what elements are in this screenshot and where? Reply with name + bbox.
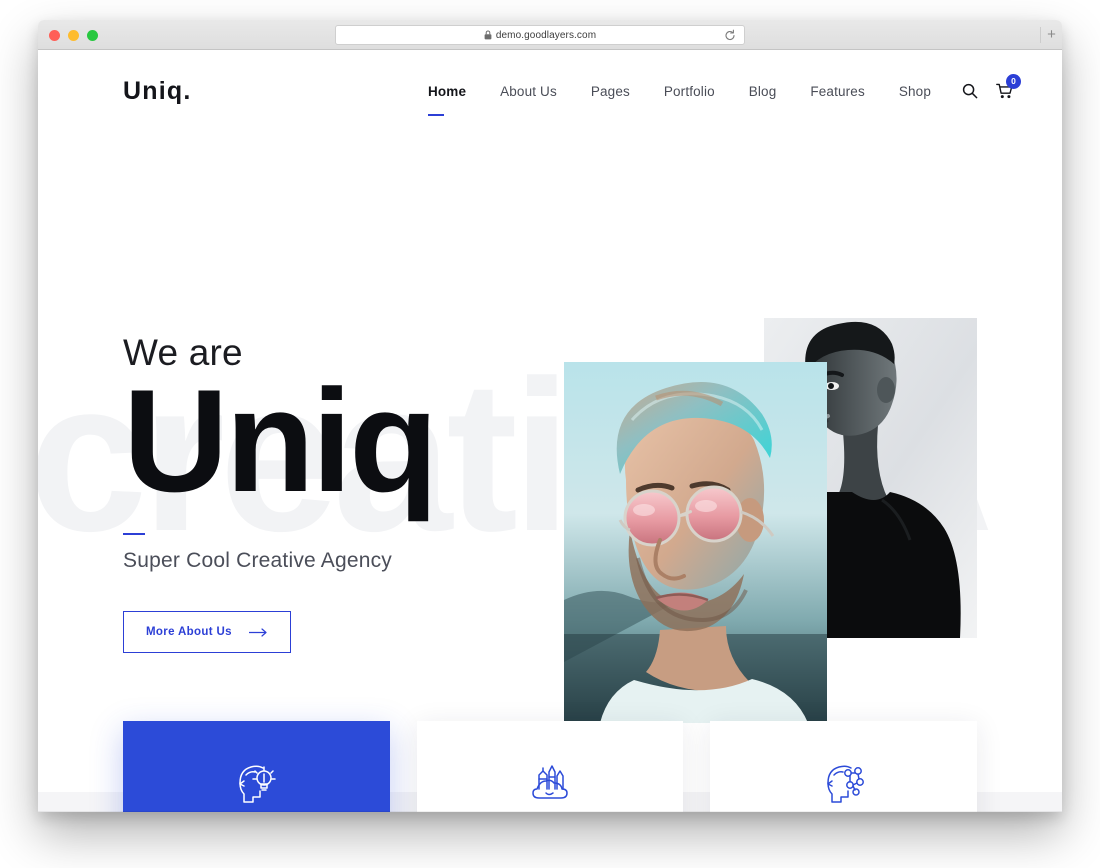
site-logo[interactable]: Uniq. bbox=[123, 77, 192, 106]
search-icon bbox=[962, 83, 978, 99]
nav-item-pages[interactable]: Pages bbox=[574, 84, 647, 99]
new-tab-button[interactable]: + bbox=[1040, 27, 1056, 43]
service-card-branding-strategy[interactable]: Branding Strategy bbox=[123, 721, 390, 812]
site-header: Uniq. Home About Us Pages Portfolio Blog… bbox=[38, 50, 1062, 132]
head-lightbulb-icon bbox=[232, 757, 280, 809]
close-window-button[interactable] bbox=[49, 30, 60, 41]
cart-button[interactable]: 0 bbox=[996, 73, 1021, 100]
nav-item-blog[interactable]: Blog bbox=[732, 84, 794, 99]
nav-item-about-us[interactable]: About Us bbox=[483, 84, 574, 99]
more-about-us-label: More About Us bbox=[146, 626, 232, 639]
minimize-window-button[interactable] bbox=[68, 30, 79, 41]
arrow-right-icon bbox=[248, 628, 267, 637]
nav-item-home[interactable]: Home bbox=[411, 84, 483, 116]
head-network-icon bbox=[820, 757, 868, 809]
hero-title: Uniq bbox=[123, 359, 438, 522]
nav-item-shop[interactable]: Shop bbox=[882, 84, 948, 99]
page-bottom-edge bbox=[38, 811, 1062, 812]
browser-chrome: demo.goodlayers.com + bbox=[38, 20, 1062, 50]
services-cards-row: Branding Strategy bbox=[123, 721, 978, 812]
main-navigation: Home About Us Pages Portfolio Blog Featu… bbox=[411, 73, 1021, 116]
hero-divider-dash bbox=[123, 532, 145, 536]
maximize-window-button[interactable] bbox=[87, 30, 98, 41]
nav-item-features[interactable]: Features bbox=[793, 84, 881, 99]
more-about-us-button[interactable]: More About Us bbox=[123, 611, 291, 654]
hero-image-portrait-man-sunglasses bbox=[564, 362, 827, 723]
hero-copy: We are Uniq Super Cool Creative Agency M… bbox=[123, 334, 438, 654]
service-card-social-marketing[interactable]: Social Marketing bbox=[710, 721, 978, 812]
service-card-creative-direction[interactable]: Creative Direction bbox=[416, 721, 684, 812]
page-viewport: Uniq. Home About Us Pages Portfolio Blog… bbox=[38, 50, 1062, 812]
url-text: demo.goodlayers.com bbox=[495, 29, 597, 41]
hero-section: creative A We are Uniq Super Cool Creati… bbox=[38, 132, 1062, 723]
lock-icon bbox=[484, 30, 492, 40]
nav-item-portfolio[interactable]: Portfolio bbox=[647, 84, 732, 99]
browser-window: demo.goodlayers.com + Uniq. Home About U… bbox=[38, 20, 1062, 812]
hero-subtitle: Super Cool Creative Agency bbox=[123, 549, 393, 573]
search-button[interactable] bbox=[962, 83, 978, 99]
cart-count-badge: 0 bbox=[1006, 73, 1021, 89]
address-bar[interactable]: demo.goodlayers.com bbox=[335, 25, 745, 45]
art-supplies-icon bbox=[526, 757, 574, 809]
reload-icon[interactable] bbox=[724, 29, 736, 42]
traffic-lights bbox=[49, 30, 98, 41]
